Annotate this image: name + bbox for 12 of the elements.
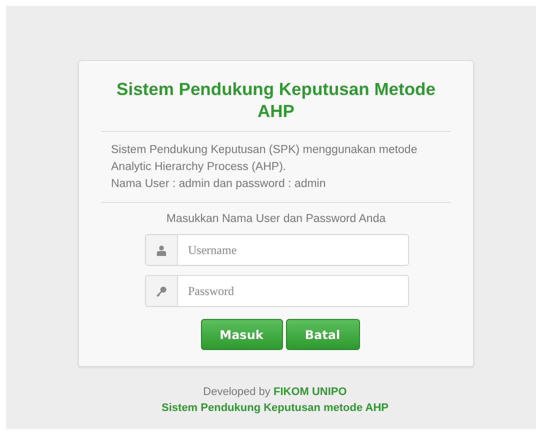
input-field[interactable]: Password [145, 275, 409, 307]
credit-text: Developed by FIKOM UNIPO [202, 385, 348, 400]
card-title: Sistem Pendukung Keputusan Metode AHP [116, 78, 436, 122]
cancel-button[interactable]: Batal [286, 319, 360, 350]
input-field[interactable]: Username [145, 234, 409, 266]
description-text: Sistem Pendukung Keputusan (SPK) menggunakan metode Analytic Hierarchy Process (AHP). [111, 143, 418, 175]
user-icon [156, 244, 167, 256]
footer-subtitle: Sistem Pendukung Keputusan metode AHP [160, 401, 390, 416]
key-icon [156, 286, 167, 296]
prompt-text: Masukkan Nama User dan Password Anda [165, 213, 387, 225]
login-button[interactable]: Masuk [200, 319, 282, 350]
credentials-text: Nama User : admin dan password : admin [111, 177, 327, 192]
